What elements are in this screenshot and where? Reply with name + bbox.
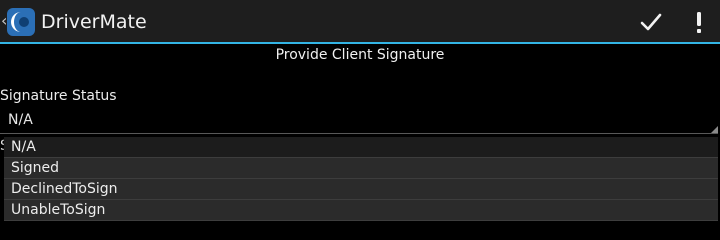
action-bar: ‹ DriverMate xyxy=(0,0,720,44)
page-header: Provide Client Signature xyxy=(275,47,445,63)
dropdown-option-na[interactable]: N/A xyxy=(4,137,718,158)
signature-status-label: Signature Status xyxy=(0,88,117,104)
signature-status-spinner[interactable]: N/A xyxy=(0,108,718,134)
app-title: DriverMate xyxy=(41,11,147,33)
dropdown-option-unable-to-sign[interactable]: UnableToSign xyxy=(4,200,718,221)
signature-status-value: N/A xyxy=(8,112,33,128)
signature-status-dropdown: N/A Signed DeclinedToSign UnableToSign xyxy=(4,137,718,221)
screen: ‹ DriverMate Provide Client Signature Si… xyxy=(0,0,720,223)
check-icon[interactable] xyxy=(638,9,664,35)
exclamation-icon[interactable] xyxy=(688,8,710,36)
spinner-dropdown-icon xyxy=(711,126,718,133)
dropdown-option-signed[interactable]: Signed xyxy=(4,158,718,179)
dropdown-option-declined-to-sign[interactable]: DeclinedToSign xyxy=(4,179,718,200)
app-logo-icon[interactable] xyxy=(7,8,35,36)
